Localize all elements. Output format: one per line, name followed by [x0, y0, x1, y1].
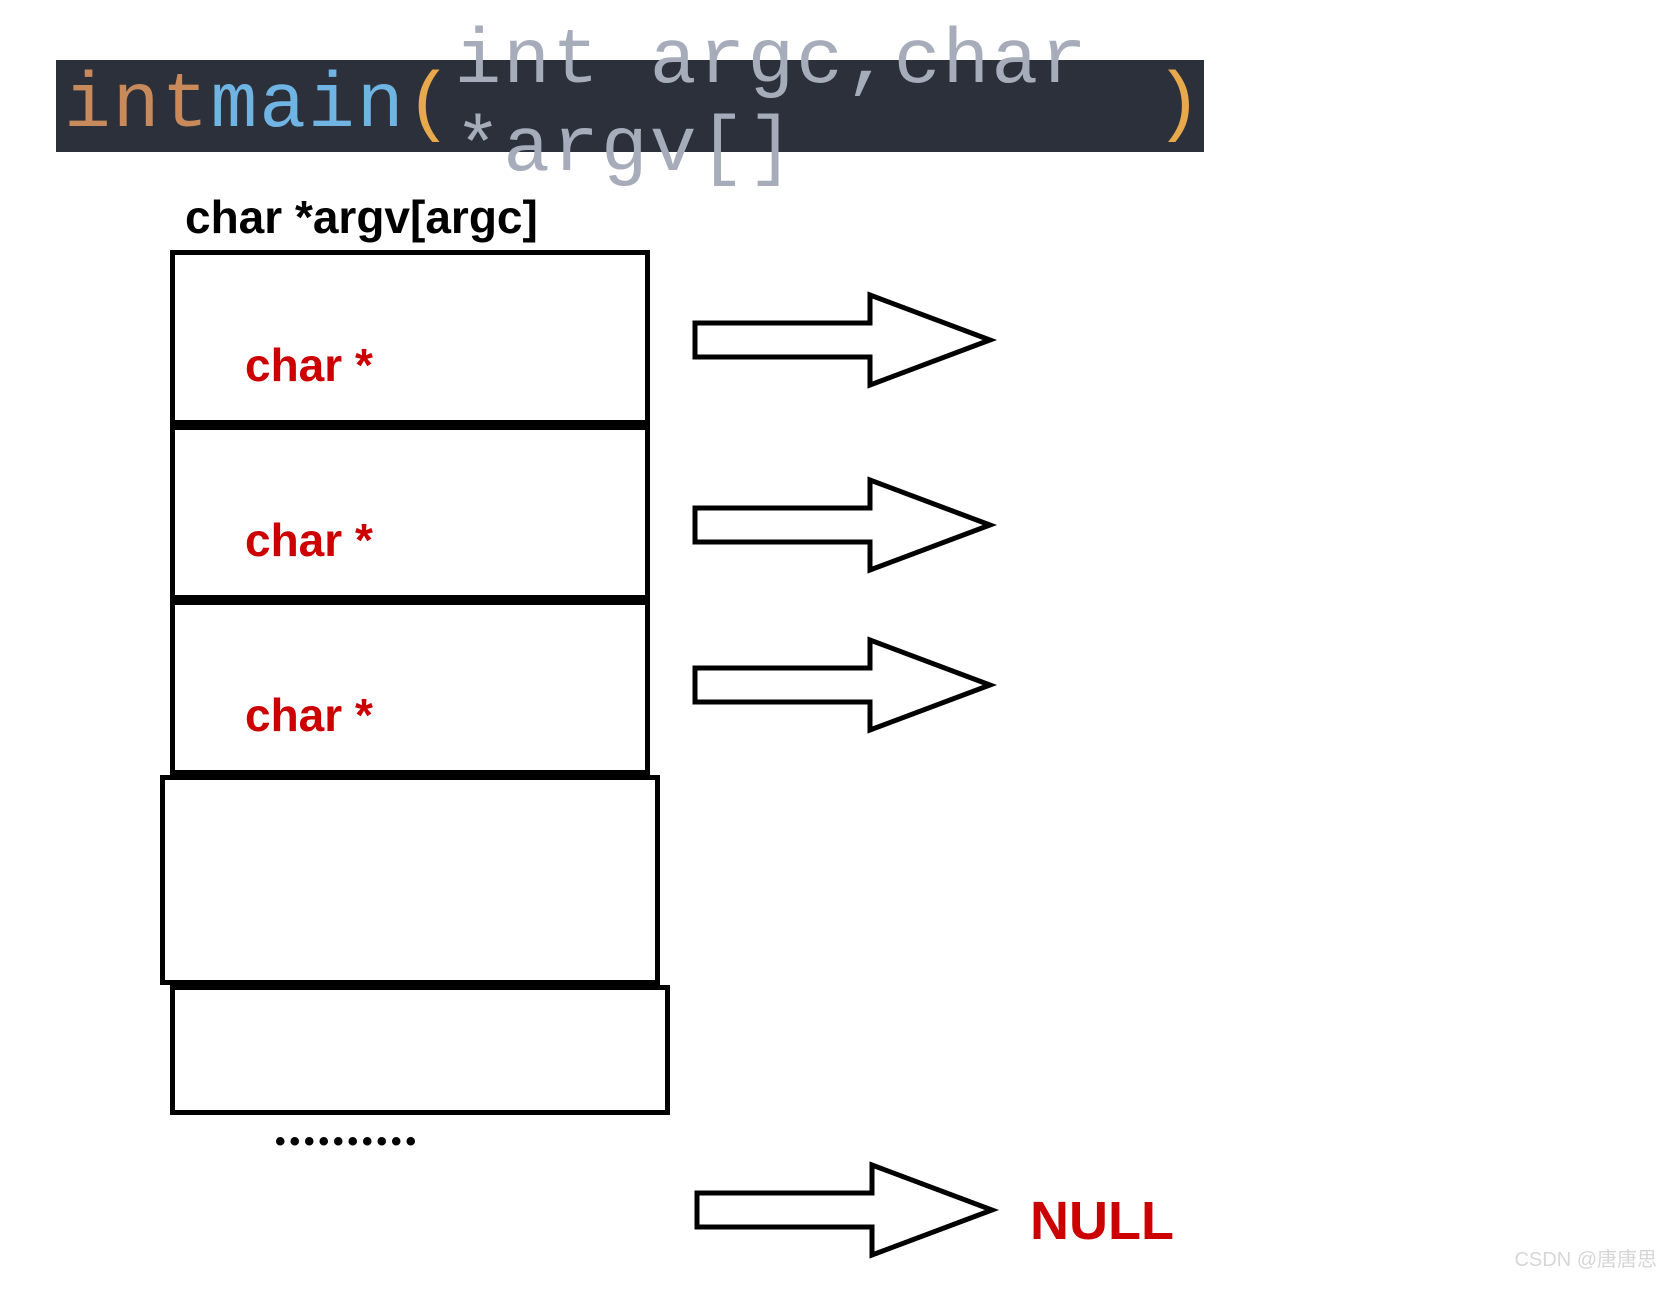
code-signature-bar: int main ( int argc,char *argv[] )	[56, 60, 1204, 152]
array-cell-3	[160, 775, 660, 985]
null-label: NULL	[1030, 1190, 1174, 1252]
cell-label-2: char *	[245, 688, 373, 742]
csdn-watermark: CSDN @唐唐思	[1514, 1243, 1657, 1272]
array-cell-1: char *	[170, 425, 650, 600]
token-arguments: int argc,char *argv[]	[454, 18, 1155, 194]
array-cell-0: char *	[170, 250, 650, 425]
arrow-icon-null	[692, 1155, 1012, 1265]
array-cell-4	[170, 985, 670, 1115]
token-function-name: main	[210, 62, 405, 150]
arrow-icon-0	[690, 285, 1010, 395]
arrow-icon-1	[690, 470, 1010, 580]
cell-label-0: char *	[245, 338, 373, 392]
ellipsis-dots: ••••••••••	[275, 1125, 420, 1159]
token-close-paren: )	[1155, 62, 1204, 150]
arrow-icon-2	[690, 630, 1010, 740]
array-cell-2: char *	[170, 600, 650, 775]
token-type-keyword: int	[64, 62, 210, 150]
cell-label-1: char *	[245, 513, 373, 567]
array-title: char *argv[argc]	[185, 190, 538, 244]
token-open-paren: (	[406, 62, 455, 150]
